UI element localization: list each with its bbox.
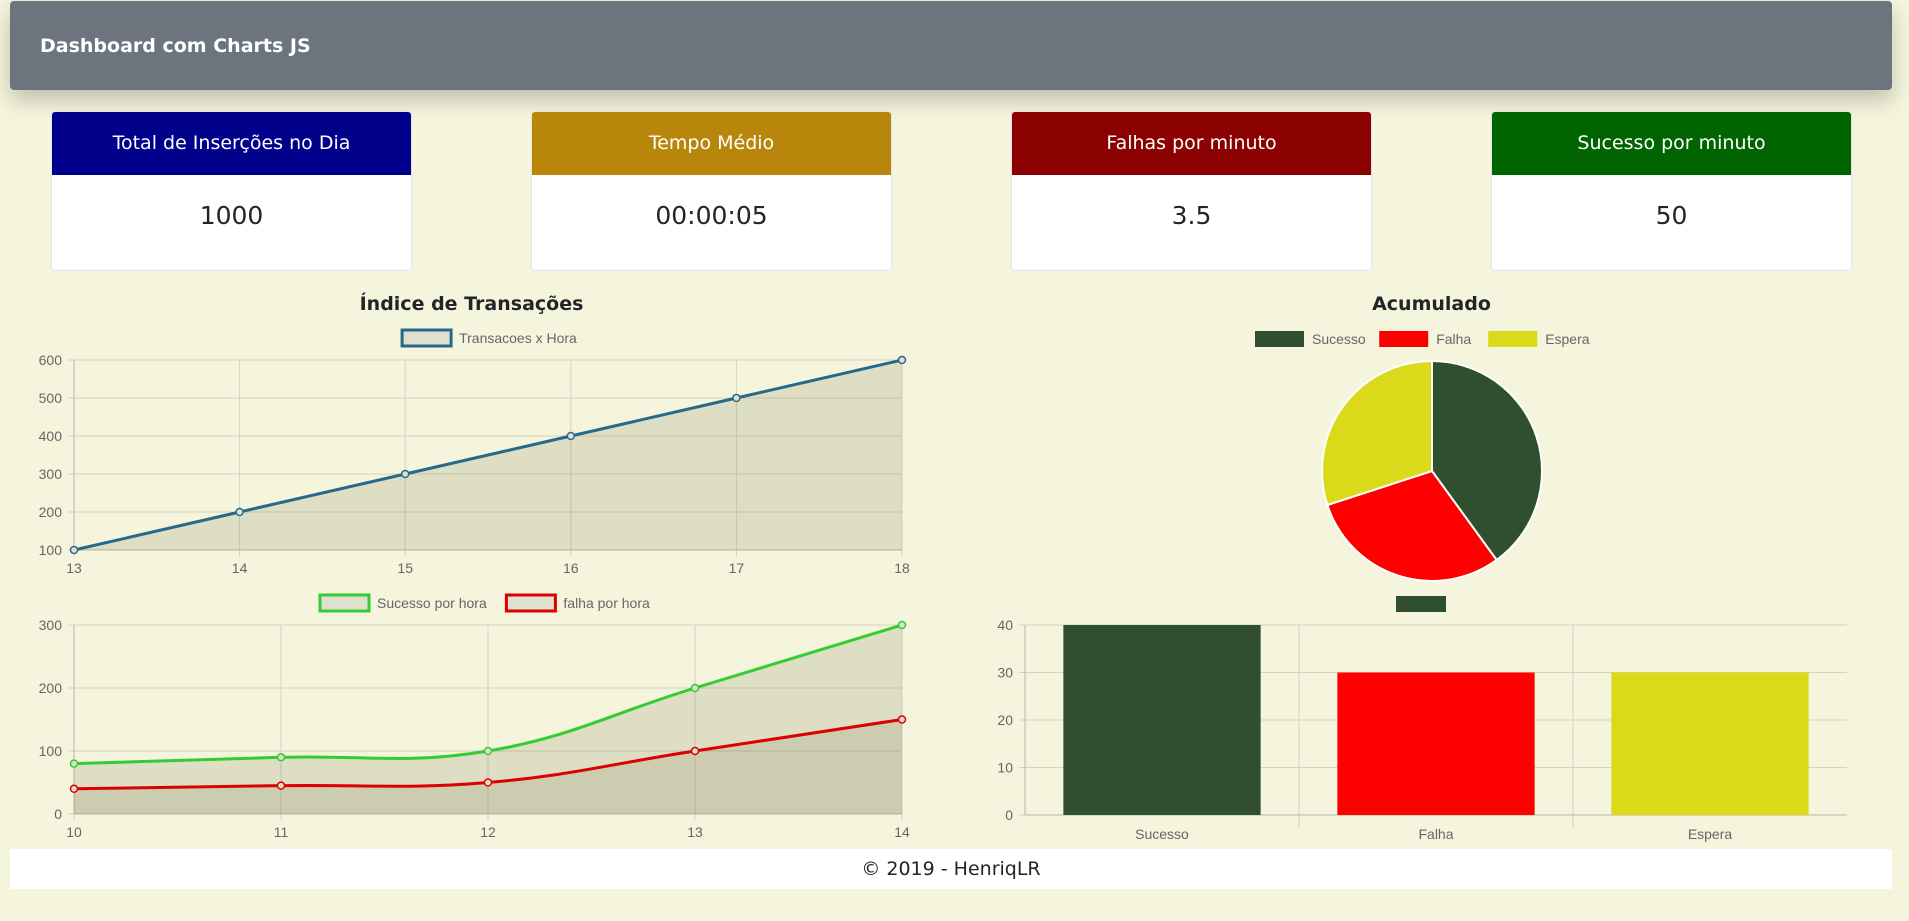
charts-canvas: 60050040030020010013 14 15 16 17 18Transacoes…: [39, 328, 1847, 842]
x-tick-label: Falha: [1418, 826, 1453, 842]
data-point: [276, 781, 286, 790]
y-tick-label: 30: [997, 665, 1013, 681]
data-point: [483, 778, 493, 787]
data-point: [235, 507, 244, 517]
data-point: [69, 545, 79, 555]
data-point: [566, 431, 576, 441]
y-tick-label: 200: [39, 680, 63, 696]
x-tick-label: 14: [894, 824, 910, 840]
data-point: [897, 715, 907, 724]
bar: [1063, 625, 1261, 815]
footer-text: © 2019 - HenriqLR: [861, 858, 1041, 880]
y-tick-label: 500: [39, 390, 63, 406]
legend-swatch: [1488, 331, 1538, 347]
y-tick-label: 200: [39, 504, 63, 520]
x-tick-label: Sucesso: [1135, 826, 1189, 842]
x-tick-label: 15: [397, 560, 413, 576]
legend-swatch: [400, 328, 453, 348]
legend-swatch: [318, 593, 371, 613]
x-tick-label: 17: [729, 560, 745, 576]
x-tick-label: 11: [274, 824, 289, 840]
x-tick-label: 12: [480, 824, 496, 840]
x-tick-label: 18: [894, 560, 910, 576]
y-tick-label: 300: [39, 617, 63, 633]
legend-label: Transacoes x Hora: [459, 330, 577, 346]
legend-label: Sucesso: [1312, 331, 1366, 347]
footer: © 2019 - HenriqLR: [10, 849, 1892, 889]
y-tick-label: 100: [39, 542, 63, 558]
y-tick-label: 0: [1005, 807, 1013, 823]
y-tick-label: 400: [39, 428, 63, 444]
legend-label: Espera: [1545, 331, 1590, 347]
y-tick-label: 0: [54, 806, 62, 822]
data-point: [732, 393, 741, 403]
x-tick-label: 16: [563, 560, 579, 576]
data-point: [69, 759, 79, 768]
data-point: [897, 355, 907, 365]
legend-label: Falha: [1436, 331, 1471, 347]
data-point: [69, 784, 79, 794]
x-tick-label: 13: [687, 824, 703, 840]
data-point: [897, 620, 907, 630]
y-tick-label: 100: [39, 743, 63, 759]
data-point: [690, 683, 700, 693]
y-tick-label: 20: [997, 712, 1013, 728]
legend-label: falha por hora: [563, 595, 650, 611]
y-tick-label: 40: [997, 617, 1013, 633]
data-point: [483, 746, 493, 756]
data-point: [690, 746, 700, 756]
x-tick-label: 10: [66, 824, 82, 840]
data-point: [400, 469, 410, 479]
y-tick-label: 300: [39, 466, 63, 482]
y-tick-label: 600: [39, 352, 63, 368]
bar: [1337, 672, 1535, 815]
data-point: [276, 753, 286, 762]
x-tick-label: 13: [66, 560, 82, 576]
legend-swatch: [504, 593, 557, 613]
legend-label: Sucesso por hora: [377, 595, 487, 611]
x-tick-label: Espera: [1688, 826, 1733, 842]
bar: [1611, 672, 1809, 815]
legend-swatch: [1396, 596, 1446, 612]
legend-swatch: [1379, 331, 1429, 347]
x-tick-label: 14: [232, 560, 248, 576]
y-tick-label: 10: [997, 760, 1013, 776]
legend-swatch: [1255, 331, 1304, 347]
